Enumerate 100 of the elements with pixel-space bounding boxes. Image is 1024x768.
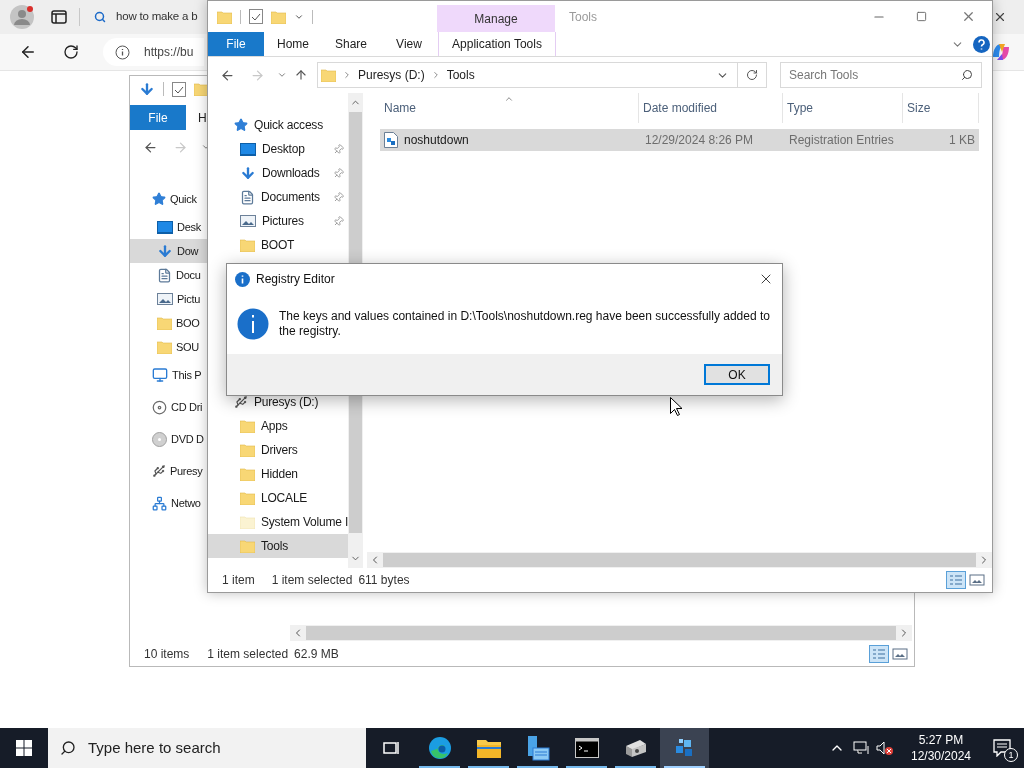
column-header[interactable]: Name (380, 93, 639, 123)
nav-item[interactable]: Downloads (208, 161, 348, 185)
nav-item[interactable]: Desk (130, 215, 207, 239)
download-arrow-icon (240, 165, 256, 181)
breadcrumb[interactable]: Puresys (D:) (358, 66, 425, 84)
nav-item[interactable]: System Volume I (208, 510, 348, 534)
breadcrumb-separator-icon (342, 70, 352, 80)
profile-avatar-icon[interactable] (10, 5, 34, 29)
folder-icon (217, 9, 232, 24)
notification-count-badge: 1 (1004, 748, 1018, 762)
address-bar[interactable]: https://bu (103, 38, 204, 66)
network-icon[interactable] (853, 740, 869, 756)
breadcrumb[interactable]: Tools (446, 66, 475, 84)
nav-item[interactable]: BOO (130, 311, 207, 335)
sort-ascending-icon (504, 94, 514, 104)
dialog-title: Registry Editor (256, 271, 335, 288)
nav-item[interactable]: Netwo (130, 487, 207, 519)
nav-item[interactable]: Docu (130, 263, 207, 287)
info-icon (115, 44, 130, 60)
ribbon-tab[interactable]: Share (322, 32, 380, 56)
download-arrow-icon (157, 243, 173, 259)
taskbar-app-button[interactable] (660, 728, 709, 768)
windows-logo-icon (16, 740, 32, 756)
nav-item[interactable]: Drivers (208, 438, 348, 462)
horizontal-scrollbar[interactable] (367, 552, 992, 568)
nav-item[interactable]: Apps (208, 414, 348, 438)
column-header[interactable]: Size (903, 93, 979, 123)
window-title: Tools (569, 8, 597, 26)
ribbon-tab[interactable]: View (380, 32, 438, 56)
file-row[interactable]: noshutdown 12/29/2024 8:26 PM Registration Entries 1 KB (380, 129, 979, 151)
scrollbar-thumb[interactable] (306, 626, 896, 640)
star-icon (234, 118, 248, 132)
nav-item[interactable]: Documents (208, 185, 348, 209)
nav-item[interactable]: Desktop (208, 137, 348, 161)
scrollbar-thumb[interactable] (383, 553, 976, 567)
folder-icon (271, 9, 286, 24)
horizontal-scrollbar[interactable] (290, 625, 912, 641)
nav-item[interactable]: Puresy (130, 455, 207, 487)
server-icon (525, 735, 550, 761)
file-tab[interactable]: File (130, 105, 186, 130)
nav-item[interactable]: Dow (130, 239, 207, 263)
close-icon[interactable] (961, 9, 976, 24)
ribbon-tab[interactable]: Home (264, 32, 322, 56)
copilot-icon[interactable] (990, 41, 1012, 63)
nav-item[interactable]: Tools (208, 534, 348, 558)
nav-item[interactable]: Hidden (208, 462, 348, 486)
back-icon[interactable] (19, 43, 37, 61)
back-icon[interactable] (220, 67, 235, 83)
download-arrow-icon[interactable] (139, 81, 155, 97)
back-icon[interactable] (143, 139, 158, 155)
forward-icon (173, 139, 188, 155)
nav-item[interactable]: SOU (130, 335, 207, 359)
up-icon[interactable] (294, 68, 308, 82)
search-field[interactable]: Search Tools (780, 62, 982, 88)
nav-item[interactable]: LOCALE (208, 486, 348, 510)
info-icon (237, 308, 269, 340)
file-tab[interactable]: File (208, 32, 264, 56)
desktop-icon (240, 142, 256, 156)
address-bar[interactable]: Puresys (D:) Tools (317, 62, 738, 88)
notifications-button[interactable]: 1 (980, 728, 1024, 768)
nav-item[interactable]: DVD D (130, 423, 207, 455)
checkmark-document-icon[interactable] (172, 81, 186, 97)
nav-item[interactable]: CD Dri (130, 391, 207, 423)
recent-locations-icon[interactable] (277, 70, 287, 80)
clock[interactable]: 5:27 PM 12/30/2024 (902, 732, 980, 764)
info-icon (235, 271, 250, 287)
large-icons-view-icon[interactable] (968, 572, 986, 588)
nav-item[interactable]: BOOT (208, 233, 348, 257)
task-view-icon (381, 740, 400, 756)
nav-item[interactable]: This P (130, 359, 207, 391)
column-header[interactable]: Type (783, 93, 903, 123)
ribbon-tab[interactable]: H (198, 105, 207, 130)
folder-icon (240, 419, 255, 433)
search-icon (961, 69, 973, 81)
refresh-icon[interactable] (63, 44, 79, 60)
nav-item[interactable]: Pictu (130, 287, 207, 311)
ok-button[interactable]: OK (704, 364, 770, 385)
taskbar-search-field[interactable]: Type here to search (48, 728, 366, 768)
nav-item[interactable]: Pictures (208, 209, 348, 233)
pictures-icon (157, 293, 173, 305)
document-icon (240, 189, 255, 205)
help-icon[interactable] (973, 35, 990, 53)
search-icon (60, 740, 76, 756)
folder-icon (240, 515, 255, 529)
folder-icon (240, 491, 255, 505)
volume-muted-icon[interactable] (876, 740, 894, 756)
desktop-icon (157, 220, 173, 234)
table-cell-text: 1 KB (948, 132, 976, 149)
file-name: noshutdown (404, 132, 469, 149)
refresh-button[interactable] (738, 62, 767, 88)
large-icons-view-icon[interactable] (891, 646, 909, 662)
tab-actions-icon[interactable] (51, 10, 67, 24)
checkmark-document-icon[interactable] (249, 9, 263, 24)
network-icon (152, 495, 167, 511)
close-icon[interactable] (993, 10, 1007, 24)
maximize-icon[interactable] (916, 11, 927, 22)
column-header[interactable]: Date modified (639, 93, 783, 123)
nav-item[interactable]: Quick (130, 183, 207, 215)
nav-item[interactable]: Quick access (208, 113, 348, 137)
usb-drive-icon (152, 464, 166, 478)
